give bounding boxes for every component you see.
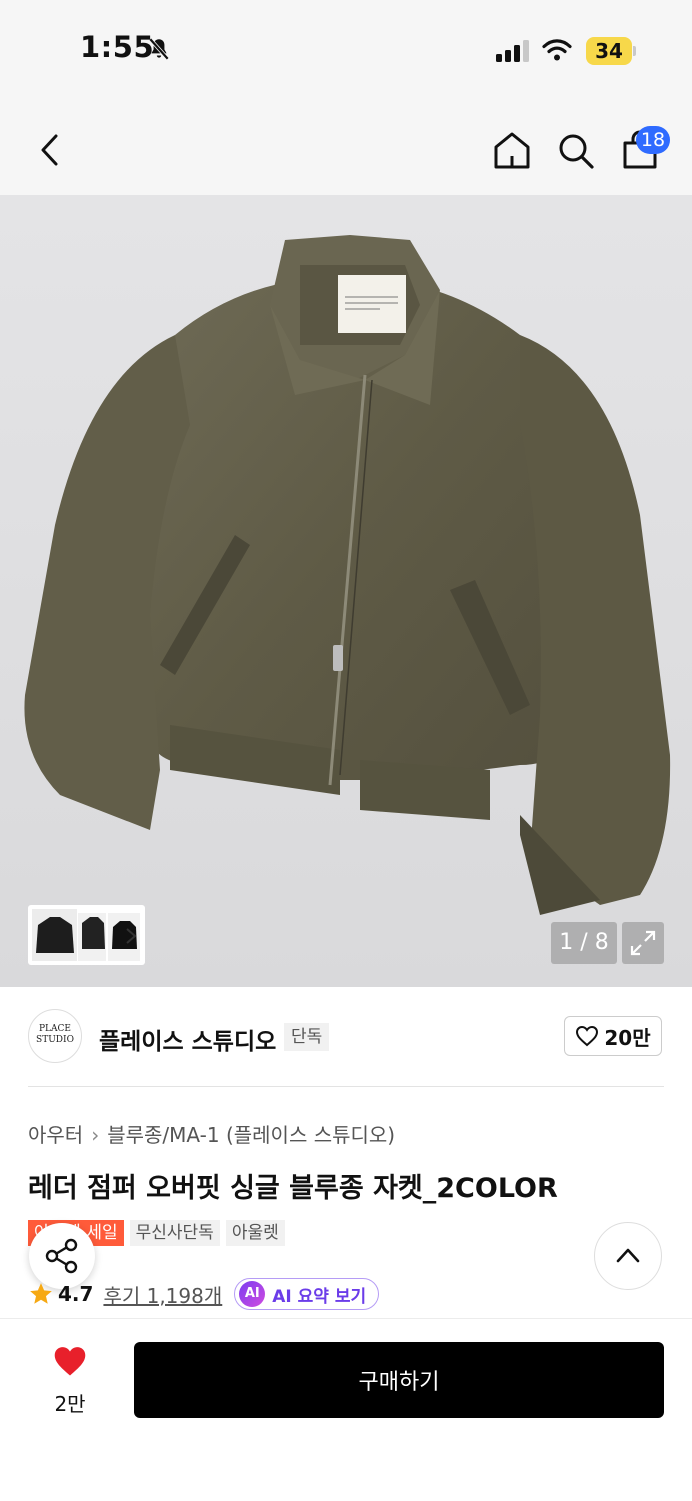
- rating-row: 4.7 후기 1,198개 AI AI 요약 보기: [28, 1278, 380, 1310]
- star-icon: [30, 1283, 52, 1304]
- brand-name[interactable]: 플레이스 스튜디오: [99, 1022, 276, 1056]
- wifi-icon: [542, 39, 572, 61]
- wishlist-count: 2만: [54, 1392, 86, 1416]
- product-title: 레더 점퍼 오버핏 싱글 블루종 자켓_2COLOR: [28, 1173, 558, 1204]
- jacket-photo: [24, 235, 671, 915]
- expand-icon: [630, 930, 656, 956]
- breadcrumb-category[interactable]: 아우터: [28, 1123, 83, 1147]
- image-counter: 1 / 8: [551, 922, 617, 964]
- expand-button[interactable]: [622, 922, 664, 964]
- breadcrumb-separator-icon: ›: [91, 1123, 100, 1147]
- buy-button[interactable]: 구매하기: [134, 1342, 664, 1418]
- heart-filled-icon: [54, 1347, 86, 1376]
- status-bar: 1:55 34: [0, 0, 692, 100]
- brand-like-button[interactable]: 20만: [564, 1016, 662, 1056]
- heart-outline-icon: [576, 1025, 599, 1047]
- chevron-up-icon: [616, 1248, 640, 1263]
- search-icon[interactable]: [556, 131, 596, 171]
- exclusive-tag-musinsa: 무신사단독: [129, 1220, 220, 1246]
- breadcrumb-subcategory[interactable]: 블루종/MA-1 (플레이스 스튜디오): [107, 1123, 395, 1147]
- home-icon[interactable]: [492, 130, 532, 170]
- brand-logo[interactable]: PLACE STUDIO: [28, 1009, 82, 1063]
- battery-nub: [633, 46, 636, 56]
- cart-count-badge: 18: [636, 126, 670, 154]
- review-link[interactable]: 후기 1,198개: [103, 1280, 222, 1309]
- product-image[interactable]: [0, 195, 692, 987]
- ai-badge-icon: AI: [239, 1281, 266, 1307]
- ai-summary-button[interactable]: AI AI 요약 보기: [234, 1278, 380, 1310]
- divider: [28, 1086, 664, 1087]
- exclusive-tag: 단독: [284, 1023, 330, 1051]
- outlet-tag: 아울렛: [225, 1220, 285, 1246]
- battery-indicator: 34: [586, 37, 632, 65]
- bell-muted-icon: [148, 37, 170, 61]
- chevron-right-icon[interactable]: [124, 926, 138, 946]
- wishlist-button[interactable]: [40, 1345, 100, 1381]
- signal-icon: [496, 40, 529, 62]
- brand-like-count: 20만: [604, 1025, 651, 1050]
- ai-summary-label: AI 요약 보기: [272, 1286, 367, 1307]
- back-icon[interactable]: [36, 133, 64, 167]
- scroll-top-button[interactable]: [594, 1222, 662, 1290]
- rating-value: 4.7: [58, 1282, 94, 1306]
- status-time: 1:55: [80, 30, 155, 64]
- breadcrumb: 아우터 › 블루종/MA-1 (플레이스 스튜디오): [28, 1119, 395, 1148]
